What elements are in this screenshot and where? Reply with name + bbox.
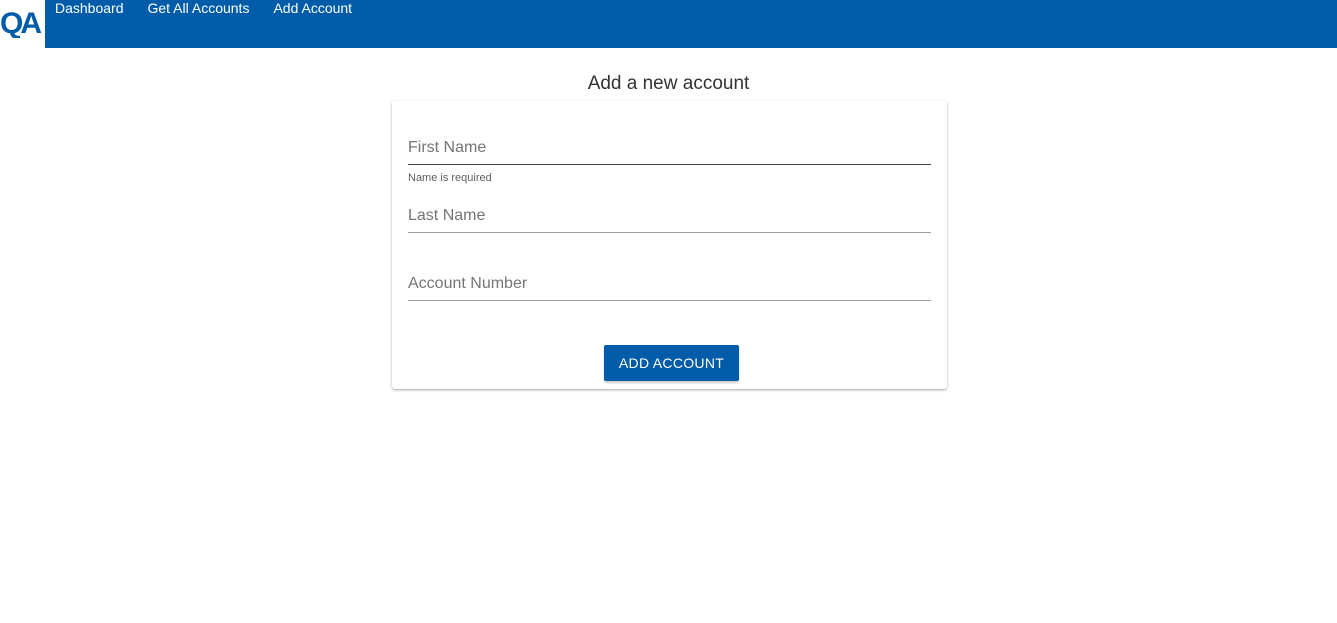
first-name-label: First Name [408,139,487,156]
svg-text:QA: QA [0,7,41,38]
page-title: Add a new account [587,73,750,94]
add-account-button[interactable]: ADD ACCOUNT [604,345,739,381]
account-number-field[interactable]: Account Number [408,274,931,301]
last-name-underline [408,232,931,233]
last-name-field[interactable]: Last Name [408,206,931,233]
account-number-underline [408,300,931,301]
first-name-error: Name is required [408,172,492,184]
add-account-form: First Name Name is required Last Name Ac… [392,101,947,389]
first-name-field[interactable]: First Name Name is required [408,138,931,185]
last-name-label: Last Name [408,207,486,224]
nav-add-account[interactable]: Add Account [273,0,352,16]
nav-get-all-accounts[interactable]: Get All Accounts [148,0,250,16]
account-number-label: Account Number [408,275,528,292]
main-nav: Dashboard Get All Accounts Add Account [55,0,376,16]
nav-dashboard[interactable]: Dashboard [55,0,124,16]
first-name-underline [408,164,931,165]
qa-logo[interactable]: QA [0,4,45,38]
app-header: QA Dashboard Get All Accounts Add Accoun… [0,0,1337,48]
